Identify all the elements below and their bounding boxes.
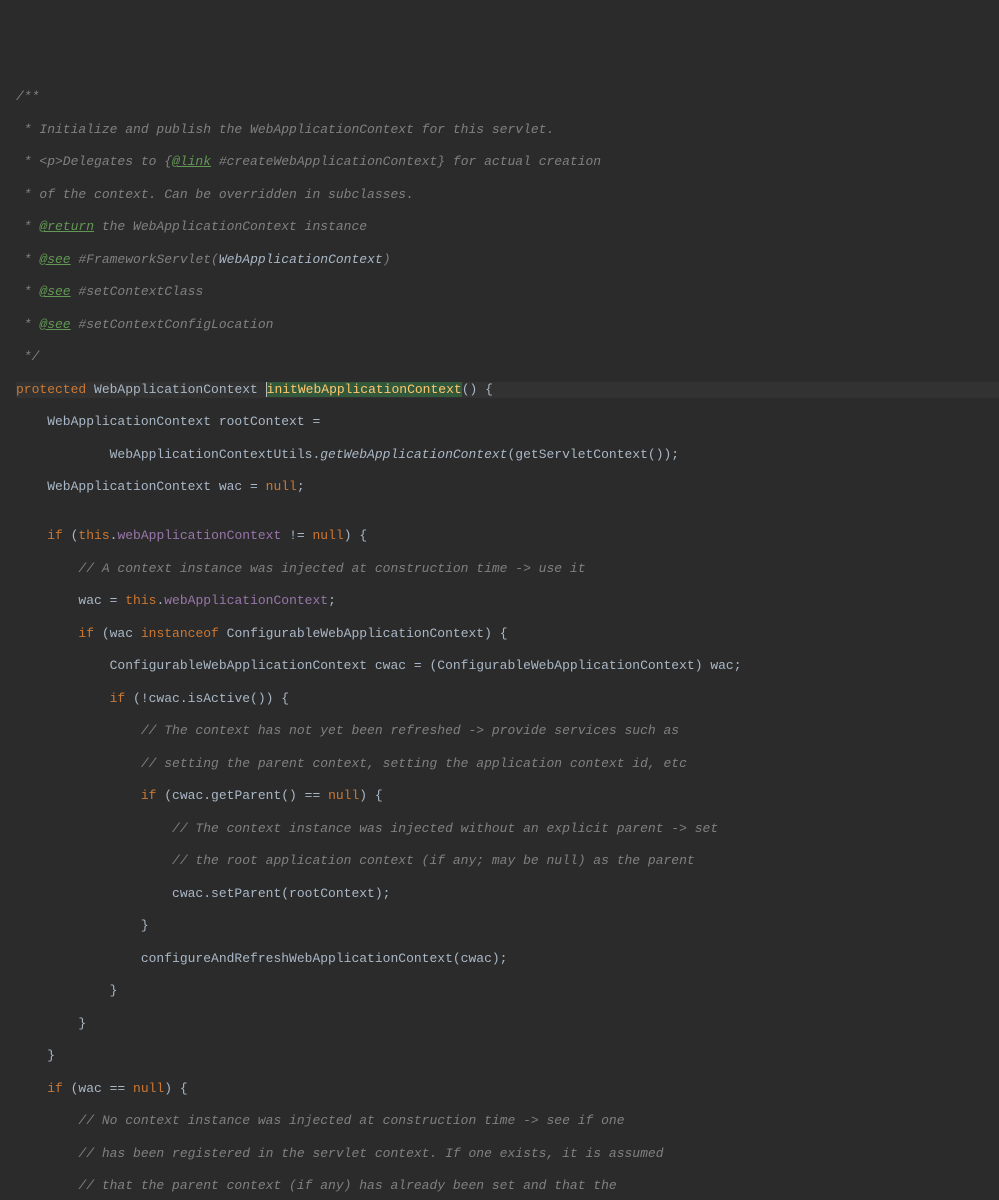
keyword-if: if [16,691,133,706]
code-text: ConfigurableWebApplicationContext cwac =… [16,658,742,673]
brace: } [16,1048,55,1063]
javadoc-class-ref: WebApplicationContext [219,252,383,267]
code-text: (getServletContext()); [507,447,679,462]
keyword-null: null [266,479,297,494]
keyword-instanceof: instanceof [141,626,219,641]
code-text: (!cwac.isActive()) { [133,691,289,706]
code-text: (wac [102,626,141,641]
static-method-call: getWebApplicationContext [320,447,507,462]
javadoc-line: * [16,252,39,267]
line-comment: // A context instance was injected at co… [16,561,586,576]
code-text: ) { [164,1081,187,1096]
keyword-this: this [78,528,109,543]
code-text: (wac == [71,1081,133,1096]
code-text: ) { [344,528,367,543]
javadoc-line: * [16,317,39,332]
javadoc-line: * Initialize and publish the WebApplicat… [16,122,554,137]
operator: != [281,528,312,543]
method-declaration-line[interactable]: protected WebApplicationContext initWebA… [16,382,999,398]
keyword-if: if [16,788,164,803]
javadoc-text: #setContextClass [71,284,204,299]
javadoc-text: the WebApplicationContext instance [94,219,367,234]
code-text: wac = [16,593,125,608]
code-text: WebApplicationContextUtils. [16,447,320,462]
javadoc-see-tag: @see [39,252,70,267]
javadoc-line: * [16,219,39,234]
keyword-protected: protected [16,382,86,397]
javadoc-text: ) [383,252,391,267]
brace: } [16,1016,86,1031]
keyword-null: null [328,788,359,803]
line-comment: // setting the parent context, setting t… [16,756,687,771]
line-comment: // The context instance was injected wit… [16,821,718,836]
code-text: cwac.setParent(rootContext); [16,886,390,901]
semicolon: ; [328,593,336,608]
javadoc-line: * [16,284,39,299]
line-comment: // that the parent context (if any) has … [16,1178,617,1193]
code-text: WebApplicationContext wac = [16,479,266,494]
return-type: WebApplicationContext [86,382,265,397]
line-comment: // the root application context (if any;… [16,853,695,868]
keyword-if: if [16,1081,71,1096]
code-text: WebApplicationContext rootContext = [16,414,320,429]
code-editor[interactable]: /** * Initialize and publish the WebAppl… [16,73,999,1200]
code-text: (cwac.getParent() == [164,788,328,803]
keyword-this: this [125,593,156,608]
javadoc-return-tag: @return [39,219,94,234]
javadoc-link-tag: @link [172,154,211,169]
semicolon: ; [297,479,305,494]
code-text: ConfigurableWebApplicationContext) { [219,626,508,641]
keyword-null: null [133,1081,164,1096]
keyword-if: if [16,528,71,543]
line-comment: // The context has not yet been refreshe… [16,723,679,738]
brace: } [16,983,117,998]
javadoc-open: /** [16,89,39,104]
line-comment: // has been registered in the servlet co… [16,1146,664,1161]
keyword-null: null [313,528,344,543]
code-text: ) { [359,788,382,803]
line-comment: // No context instance was injected at c… [16,1113,625,1128]
brace: } [16,918,149,933]
field-ref: webApplicationContext [117,528,281,543]
code-text: configureAndRefreshWebApplicationContext… [16,951,507,966]
javadoc-link-target: #createWebApplicationContext} for actual… [211,154,601,169]
code-text: () { [462,382,493,397]
javadoc-text: #setContextConfigLocation [71,317,274,332]
javadoc-line: * of the context. Can be overridden in s… [16,187,414,202]
method-name: initWebApplicationContext [267,382,462,397]
javadoc-close: */ [16,349,39,364]
javadoc-see-tag: @see [39,317,70,332]
field-ref: webApplicationContext [164,593,328,608]
javadoc-see-tag: @see [39,284,70,299]
javadoc-line: * <p>Delegates to { [16,154,172,169]
keyword-if: if [16,626,102,641]
javadoc-text: #FrameworkServlet( [71,252,219,267]
